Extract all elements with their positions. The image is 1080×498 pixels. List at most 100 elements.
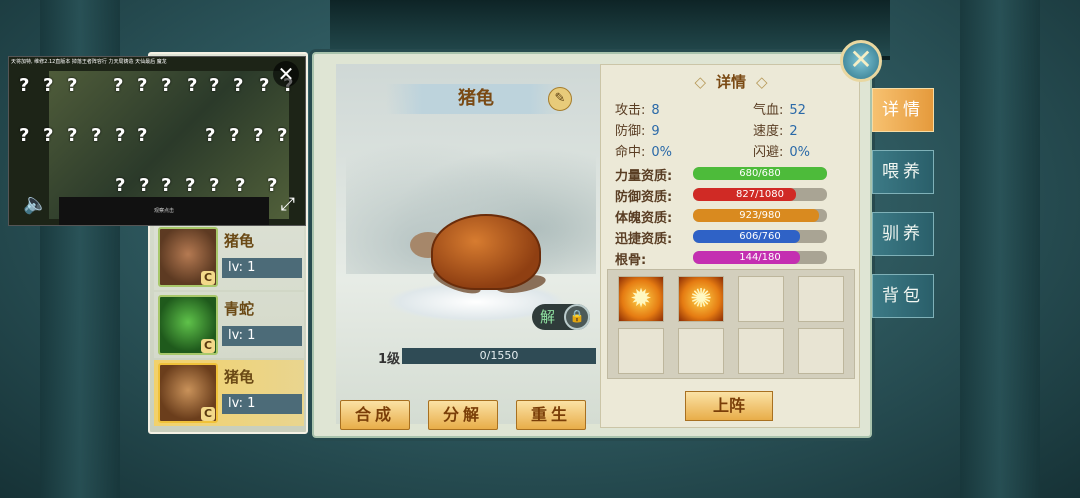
hidden-unit-mark: ? (115, 125, 126, 146)
hidden-unit-mark: ? (161, 75, 172, 96)
hidden-unit-mark: ? (205, 125, 216, 146)
pet-title: 猪龟 (386, 84, 566, 114)
pet-model (431, 214, 541, 290)
hidden-unit-mark: ? (187, 75, 198, 96)
video-hud: 观察点击 (59, 197, 269, 225)
grade-badge: C (201, 271, 215, 285)
hidden-unit-mark: ? (91, 125, 102, 146)
aptitude-row: 体魄资质: 923/980 (615, 207, 855, 226)
aptitude-label: 力量资质: (615, 169, 673, 184)
hidden-unit-mark: ? (137, 75, 148, 96)
decompose-button[interactable]: 分解 (428, 400, 498, 430)
hidden-unit-mark: ? (229, 125, 240, 146)
speaker-icon[interactable]: 🔈 (23, 191, 48, 215)
stat-speed: 速度: 2 (753, 124, 798, 139)
unlock-label: 解 (540, 308, 556, 326)
pet-detail-panel: 猪龟 ✎ 解 🔒 1级 0/1550 合成 分解 重生 详情 攻击:8 气血:5… (312, 52, 872, 438)
pet-list-item-selected[interactable]: C 猪龟 lv: 1 (154, 360, 304, 426)
empty-skill-slot[interactable] (678, 328, 724, 374)
empty-skill-slot[interactable] (618, 328, 664, 374)
empty-skill-slot[interactable] (798, 276, 844, 322)
pet-thumbnail: C (158, 227, 218, 287)
empty-skill-slot[interactable] (738, 328, 784, 374)
aptitude-bar: 144/180 (693, 251, 827, 264)
aptitude-row: 根骨: 144/180 (615, 249, 855, 268)
hidden-unit-mark: ? (185, 175, 196, 196)
skill-grid: ✹ ✺ (607, 269, 855, 379)
empty-skill-slot[interactable] (738, 276, 784, 322)
stat-hp: 气血: 52 (753, 103, 806, 118)
rebirth-button[interactable]: 重生 (516, 400, 586, 430)
aptitude-label: 根骨: (615, 253, 647, 268)
hidden-unit-mark: ? (113, 75, 124, 96)
expand-icon[interactable]: ⤢ (281, 194, 295, 215)
hidden-unit-mark: ? (161, 175, 172, 196)
pet-thumbnail: C (158, 363, 218, 423)
hidden-unit-mark: ? (253, 125, 264, 146)
empty-skill-slot[interactable] (798, 328, 844, 374)
aptitude-value: 680/680 (739, 168, 781, 179)
unlock-button[interactable]: 解 🔒 (532, 304, 590, 330)
aptitude-value: 144/180 (739, 252, 781, 263)
aptitude-row: 迅捷资质: 606/760 (615, 228, 855, 247)
detail-pane: 详情 攻击:8 气血:52 防御:9 速度:2 命中:0% 闪避:0% 力量资质… (600, 64, 860, 428)
tab-details[interactable]: 详情 (872, 88, 934, 132)
stat-attack: 攻击: 8 (615, 103, 660, 118)
hidden-unit-mark: ? (19, 75, 30, 96)
deploy-button[interactable]: 上阵 (685, 391, 773, 421)
pet-name: 青蛇 (224, 300, 255, 318)
tab-train[interactable]: 驯养 (872, 212, 934, 256)
grade-badge: C (201, 339, 215, 353)
hidden-unit-mark: ? (259, 75, 270, 96)
hidden-unit-mark: ? (235, 175, 246, 196)
tab-feed[interactable]: 喂养 (872, 150, 934, 194)
edit-icon[interactable]: ✎ (548, 87, 572, 111)
aptitude-row: 力量资质: 680/680 (615, 165, 855, 184)
aptitude-bar: 923/980 (693, 209, 827, 222)
grade-badge: C (201, 407, 215, 421)
aptitude-bar: 606/760 (693, 230, 827, 243)
hidden-unit-mark: ? (19, 125, 30, 146)
aptitude-value: 606/760 (739, 231, 781, 242)
hidden-unit-mark: ? (277, 125, 288, 146)
hidden-unit-mark: ? (67, 125, 78, 146)
aptitude-label: 防御资质: (615, 190, 673, 205)
blast-skill-icon[interactable]: ✺ (678, 276, 724, 322)
video-overlay[interactable]: 天将加特, 维修2.12直版本 掉落王者阵容行 力天局铸造 天仙最后 魔龙 ??… (8, 56, 306, 226)
aptitude-label: 体魄资质: (615, 211, 673, 226)
aptitude-bar: 680/680 (693, 167, 827, 180)
merge-button[interactable]: 合成 (340, 400, 410, 430)
hidden-unit-mark: ? (233, 75, 244, 96)
pet-list-item[interactable]: C 青蛇 lv: 1 (154, 292, 304, 358)
hidden-unit-mark: ? (209, 175, 220, 196)
lock-icon: 🔒 (564, 304, 590, 330)
aptitude-bar: 827/1080 (693, 188, 827, 201)
pet-thumbnail: C (158, 295, 218, 355)
hidden-unit-mark: ? (43, 125, 54, 146)
hidden-unit-mark: ? (67, 75, 78, 96)
close-icon[interactable]: ✕ (840, 40, 882, 82)
stat-defense: 防御: 9 (615, 124, 660, 139)
hidden-unit-mark: ? (209, 75, 220, 96)
flame-skill-icon[interactable]: ✹ (618, 276, 664, 322)
video-caption: 天将加特, 维修2.12直版本 掉落王者阵容行 力天局铸造 天仙最后 魔龙 (11, 59, 167, 65)
pet-preview-pane: 猪龟 ✎ 解 🔒 1级 0/1550 合成 分解 重生 (336, 64, 606, 430)
pet-name: 猪龟 (224, 368, 255, 386)
pet-list-item[interactable]: C 猪龟 lv: 1 (154, 224, 304, 290)
pet-level: lv: 1 (222, 258, 302, 278)
pet-level: lv: 1 (222, 326, 302, 346)
detail-title: 详情 (601, 71, 861, 92)
background-pillar-right (960, 0, 1040, 498)
stat-dodge: 闪避: 0% (753, 145, 811, 160)
aptitude-row: 防御资质: 827/1080 (615, 186, 855, 205)
hidden-unit-mark: ? (139, 175, 150, 196)
exp-bar: 0/1550 (402, 348, 596, 364)
hidden-unit-mark: ? (137, 125, 148, 146)
aptitude-label: 迅捷资质: (615, 232, 673, 247)
close-icon[interactable]: ✕ (273, 61, 299, 87)
pet-level-label: 1级 (378, 352, 401, 367)
hidden-unit-mark: ? (267, 175, 278, 196)
tab-bag[interactable]: 背包 (872, 274, 934, 318)
pet-level: lv: 1 (222, 394, 302, 414)
pet-name: 猪龟 (224, 232, 255, 250)
